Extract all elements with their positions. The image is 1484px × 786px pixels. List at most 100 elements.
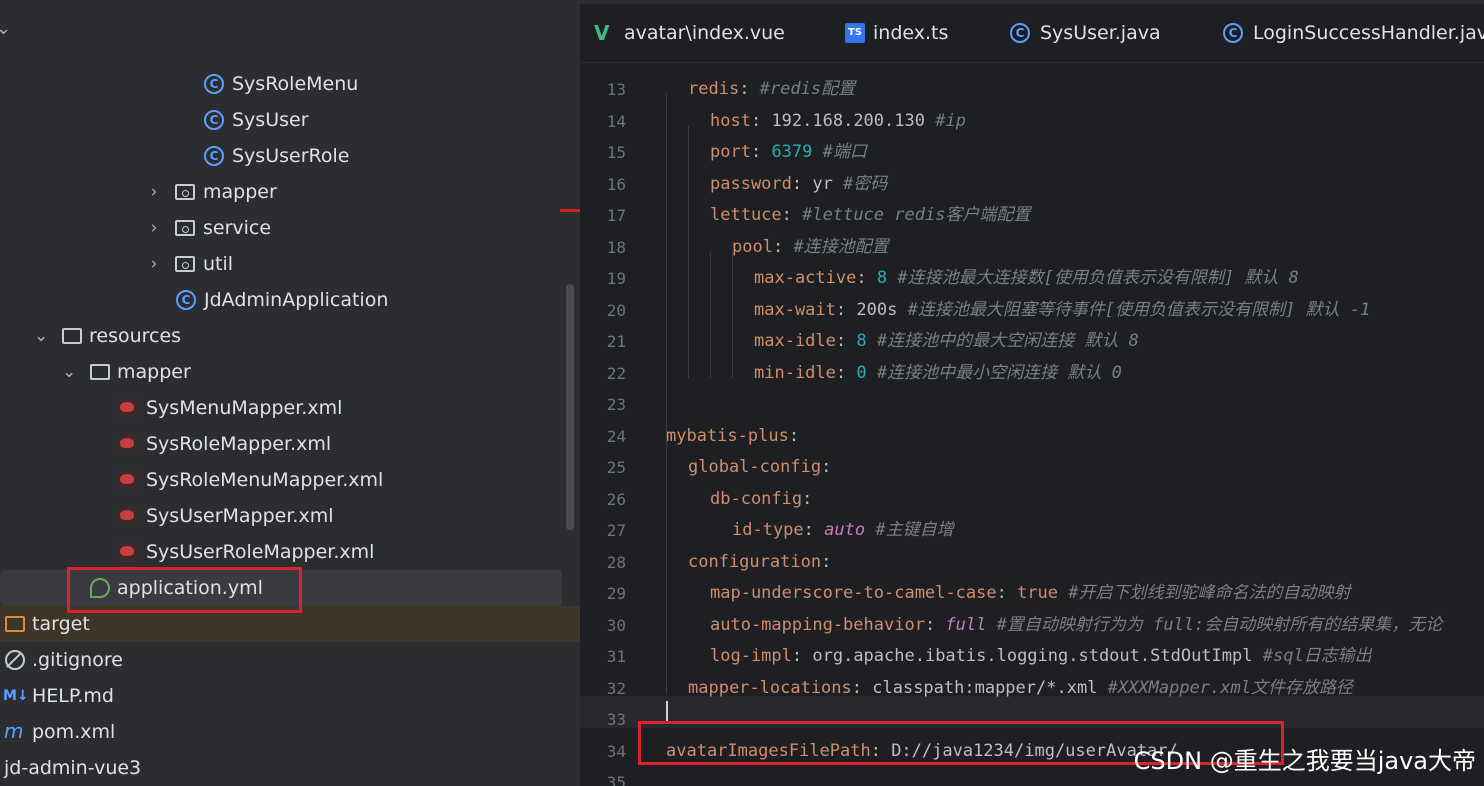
tab-label: index.ts bbox=[873, 22, 949, 44]
line-number: 24 bbox=[606, 426, 626, 446]
line-number: 22 bbox=[606, 363, 626, 383]
tree-item-sysmenumapper-xml[interactable]: SysMenuMapper.xml bbox=[0, 390, 580, 426]
tree-item-resources[interactable]: ⌄ resources bbox=[0, 318, 580, 354]
tree-item-label: util bbox=[203, 253, 234, 275]
tree-item-gitignore[interactable]: .gitignore bbox=[0, 642, 580, 678]
yaml-value: yr bbox=[812, 173, 833, 194]
tree-item-sysrolemapper-xml[interactable]: SysRoleMapper.xml bbox=[0, 426, 580, 462]
tree-item-label: pom.xml bbox=[32, 721, 116, 743]
yaml-colon: : bbox=[856, 268, 877, 288]
tree-item-sysrolemenumapper-xml[interactable]: SysRoleMenuMapper.xml bbox=[0, 462, 580, 498]
yaml-colon: : bbox=[821, 551, 842, 572]
yaml-key: configuration bbox=[688, 551, 822, 572]
tree-item-service-package[interactable]: › service bbox=[0, 210, 580, 246]
line-number: 16 bbox=[606, 174, 626, 194]
yaml-comment: #主键自增 bbox=[875, 520, 954, 540]
yaml-key: log-impl bbox=[710, 646, 792, 666]
tree-item-label: mapper bbox=[203, 181, 277, 203]
code-line: redis: #redis配置 bbox=[688, 74, 855, 106]
yaml-colon: : bbox=[750, 142, 772, 162]
tree-item-label: SysUser bbox=[232, 109, 309, 131]
code-line: min-idle: 0 #连接池中最小空闲连接 默认 0 bbox=[754, 358, 1122, 390]
tree-item-sysuserrole[interactable]: C SysUserRole bbox=[0, 138, 580, 174]
code-line: auto-mapping-behavior: full #置自动映射行为为 fu… bbox=[710, 610, 1442, 642]
tab-label: LoginSuccessHandler.java bbox=[1253, 22, 1484, 44]
tree-item-sysusermapper-xml[interactable]: SysUserMapper.xml bbox=[0, 498, 580, 534]
tree-item-label: JdAdminApplication bbox=[204, 289, 389, 311]
tree-item-label: jd-admin-vue3 bbox=[4, 757, 142, 779]
yaml-key: max-active bbox=[754, 268, 857, 288]
tree-item-mapper-package[interactable]: › mapper bbox=[0, 174, 580, 210]
yaml-colon: : bbox=[851, 677, 873, 698]
line-number: 19 bbox=[606, 269, 626, 288]
line-number: 14 bbox=[606, 111, 626, 131]
maven-icon: m bbox=[4, 719, 24, 743]
line-number: 17 bbox=[606, 206, 626, 225]
yaml-key: mybatis-plus bbox=[666, 425, 789, 446]
line-number: 26 bbox=[606, 489, 626, 509]
chevron-down-icon[interactable]: ⌄ bbox=[0, 18, 11, 39]
vue-icon: V bbox=[594, 21, 610, 45]
tree-item-sysrolemenu[interactable]: C SysRoleMenu bbox=[0, 66, 580, 102]
yaml-comment: #sql日志输出 bbox=[1262, 646, 1372, 666]
yaml-colon: : bbox=[788, 425, 810, 446]
tree-item-label: SysUserRoleMapper.xml bbox=[146, 541, 375, 563]
yaml-comment: #XXXMapper.xml文件存放路径 bbox=[1107, 677, 1353, 698]
line-number: 28 bbox=[606, 552, 626, 572]
project-panel: ⌄ C SysRoleMenu C SysUser C SysUserRole … bbox=[0, 4, 580, 786]
tree-item-label: mapper bbox=[117, 361, 191, 383]
code-line: max-active: 8 #连接池最大连接数[使用负值表示没有限制] 默认 8 bbox=[754, 263, 1299, 295]
tree-item-label: .gitignore bbox=[32, 649, 123, 671]
yaml-key: db-config bbox=[710, 488, 803, 509]
yaml-value: 6379 bbox=[771, 142, 813, 162]
project-scrollbar[interactable] bbox=[566, 284, 574, 530]
yaml-colon: : bbox=[835, 331, 857, 351]
highlight-box-application-yml bbox=[67, 567, 302, 613]
chevron-down-icon[interactable]: ⌄ bbox=[62, 354, 76, 390]
tree-item-label: service bbox=[203, 217, 272, 239]
yaml-comment: #ip bbox=[935, 110, 966, 131]
tree-item-util-package[interactable]: › util bbox=[0, 246, 580, 282]
yaml-colon: : bbox=[924, 614, 946, 635]
tree-item-jd-admin-vue3[interactable]: jd-admin-vue3 bbox=[0, 750, 580, 786]
chevron-right-icon[interactable]: › bbox=[147, 174, 161, 210]
code-line: max-idle: 8 #连接池中的最大空闲连接 默认 8 bbox=[754, 326, 1139, 358]
yaml-comment: #开启下划线到驼峰命名法的自动映射 bbox=[1068, 583, 1351, 603]
spring-app-class-icon: C bbox=[176, 290, 196, 310]
yaml-key: id-type bbox=[732, 520, 804, 540]
yaml-colon: : bbox=[803, 520, 825, 540]
tree-item-sysuser[interactable]: C SysUser bbox=[0, 102, 580, 138]
class-icon: C bbox=[1010, 23, 1030, 43]
editor-panel: V avatar\index.vue TS index.ts C SysUser… bbox=[580, 4, 1484, 786]
tree-item-mapper-folder[interactable]: ⌄ mapper bbox=[0, 354, 580, 390]
code-line: db-config: bbox=[710, 484, 823, 516]
yaml-colon: : bbox=[996, 583, 1018, 603]
tree-item-label: HELP.md bbox=[32, 685, 114, 707]
yaml-value: 0 bbox=[856, 362, 867, 383]
package-icon bbox=[175, 256, 195, 272]
yaml-value: 200s bbox=[856, 299, 898, 320]
yaml-key: map-underscore-to-camel-case bbox=[710, 583, 997, 603]
tree-item-jdadminapplication[interactable]: C JdAdminApplication bbox=[0, 282, 580, 318]
chevron-right-icon[interactable]: › bbox=[147, 210, 161, 246]
line-number: 30 bbox=[606, 615, 626, 635]
mybatis-xml-icon bbox=[118, 506, 138, 526]
tab-label: avatar\index.vue bbox=[624, 22, 785, 44]
indent-guide bbox=[666, 94, 667, 694]
class-icon: C bbox=[204, 74, 224, 94]
tree-item-label: SysRoleMenu bbox=[232, 73, 359, 95]
tree-item-sysuserrolemapper-xml[interactable]: SysUserRoleMapper.xml bbox=[0, 534, 580, 570]
code-line: mybatis-plus: bbox=[666, 421, 809, 453]
chevron-right-icon[interactable]: › bbox=[147, 246, 161, 282]
chevron-down-icon[interactable]: ⌄ bbox=[34, 318, 48, 354]
yaml-value: 8 bbox=[876, 268, 888, 288]
code-line: lettuce: #lettuce redis客户端配置 bbox=[710, 200, 1030, 232]
yaml-comment: #连接池最大连接数[使用负值表示没有限制] 默认 8 bbox=[897, 268, 1299, 288]
yaml-comment: #连接池配置 bbox=[793, 236, 889, 257]
package-icon bbox=[175, 184, 195, 200]
tree-item-label: SysMenuMapper.xml bbox=[146, 397, 343, 419]
yaml-value: true bbox=[1017, 583, 1059, 603]
yaml-comment: #redis配置 bbox=[759, 79, 856, 99]
tree-item-pom-xml[interactable]: m pom.xml bbox=[0, 714, 580, 750]
tree-item-help-md[interactable]: M↓ HELP.md bbox=[0, 678, 580, 714]
